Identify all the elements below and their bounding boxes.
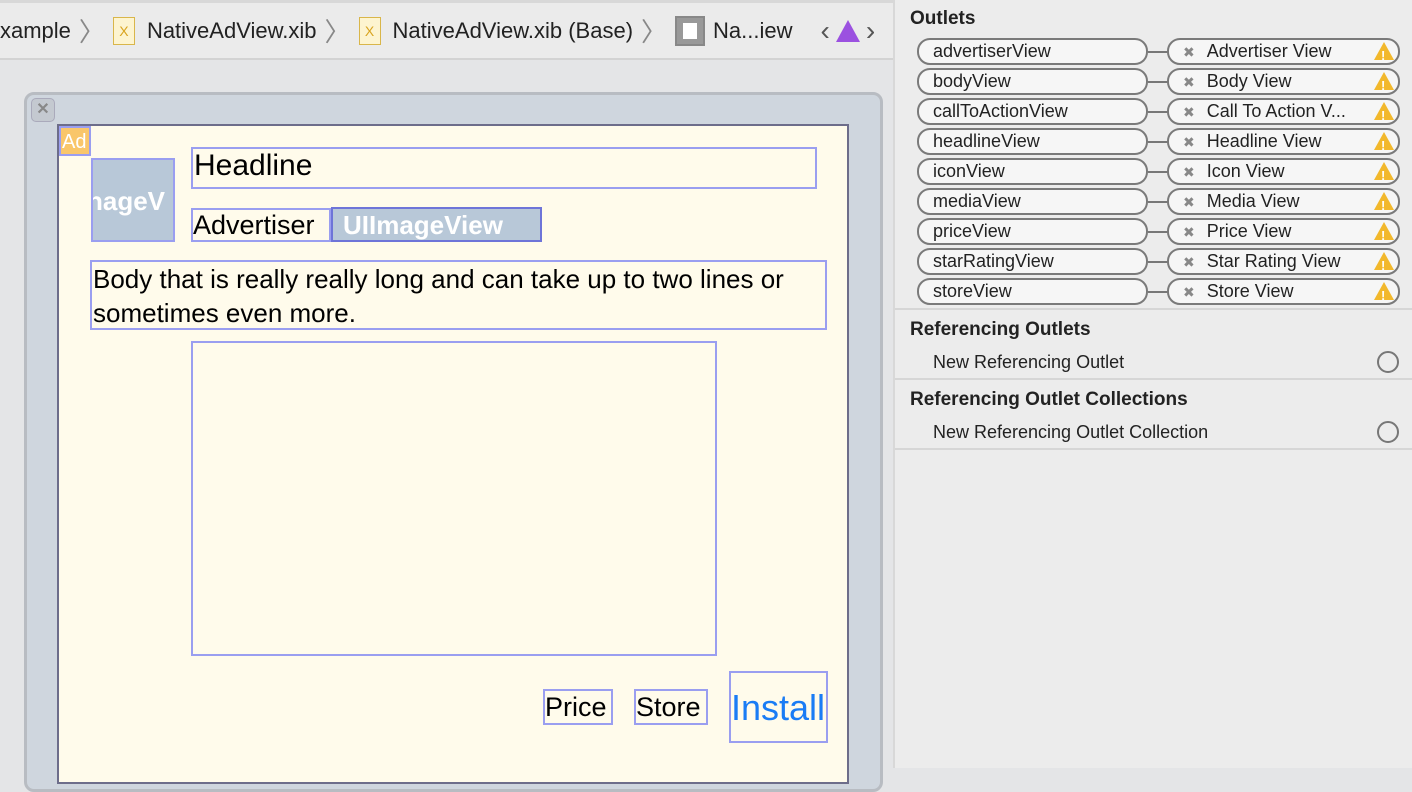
connection-line xyxy=(1148,231,1168,233)
body-label[interactable]: Body that is really really long and can … xyxy=(90,260,827,330)
outlet-target-label: Advertiser View xyxy=(1206,41,1332,61)
outlet-name[interactable]: mediaView xyxy=(917,188,1148,215)
outlet-target-label: Icon View xyxy=(1206,161,1285,181)
outlet-target[interactable]: ✖ Price View xyxy=(1167,218,1400,245)
new-referencing-outlet-collection: New Referencing Outlet Collection xyxy=(933,422,1209,442)
connections-inspector: Outlets advertiserView ✖ Advertiser View b… xyxy=(893,0,1412,768)
outlet-target-label: Store View xyxy=(1206,281,1294,301)
disconnect-x-icon[interactable]: ✖ xyxy=(1183,134,1195,150)
outlet-name[interactable]: starRatingView xyxy=(917,248,1148,275)
outlet-target-label: Call To Action V... xyxy=(1206,101,1346,121)
connection-line xyxy=(1148,51,1168,53)
divider xyxy=(895,448,1412,450)
outlet-target-label: Price View xyxy=(1206,221,1292,241)
warning-icon xyxy=(1374,252,1394,273)
chevron-right-icon: 〉 xyxy=(324,17,351,47)
warning-icon xyxy=(1374,192,1394,213)
outlet-target-label: Body View xyxy=(1206,71,1292,91)
disconnect-x-icon[interactable]: ✖ xyxy=(1183,224,1195,240)
disconnect-x-icon[interactable]: ✖ xyxy=(1183,74,1195,90)
breadcrumb-item[interactable]: NativeAdView.xib (Base) xyxy=(393,18,634,44)
disconnect-x-icon[interactable]: ✖ xyxy=(1183,104,1195,120)
outlet-name[interactable]: headlineView xyxy=(917,128,1148,155)
store-label[interactable]: Store xyxy=(634,689,708,725)
outlet-name[interactable]: priceView xyxy=(917,218,1148,245)
ad-badge[interactable]: Ad xyxy=(59,126,91,156)
canvas-pane: xample 〉 X NativeAdView.xib 〉 X NativeAd… xyxy=(0,0,893,792)
disconnect-x-icon[interactable]: ✖ xyxy=(1183,254,1195,270)
connection-line xyxy=(1148,141,1168,143)
media-view[interactable] xyxy=(191,341,717,656)
outlet-target[interactable]: ✖ Media View xyxy=(1167,188,1400,215)
warning-icon xyxy=(1374,42,1394,63)
disconnect-x-icon[interactable]: ✖ xyxy=(1183,194,1195,210)
star-rating-image-view[interactable]: UIImageView xyxy=(331,207,542,242)
connection-line xyxy=(1148,201,1168,203)
warning-icon xyxy=(1374,102,1394,123)
outlet-name[interactable]: advertiserView xyxy=(917,38,1148,65)
connect-circle-icon[interactable] xyxy=(1377,421,1399,443)
disconnect-x-icon[interactable]: ✖ xyxy=(1183,284,1195,300)
outlet-name[interactable]: bodyView xyxy=(917,68,1148,95)
warning-icon xyxy=(1374,132,1394,153)
breadcrumb-item[interactable]: NativeAdView.xib xyxy=(147,18,317,44)
native-ad-view[interactable]: Ad nageV Headline Advertiser UIImageView… xyxy=(57,124,849,784)
connection-line xyxy=(1148,111,1168,113)
close-icon[interactable]: ✕ xyxy=(31,98,55,122)
connection-line xyxy=(1148,81,1168,83)
xib-file-icon: X xyxy=(358,16,381,45)
warning-icon xyxy=(1374,72,1394,93)
connection-line xyxy=(1148,261,1168,263)
new-referencing-outlet: New Referencing Outlet xyxy=(933,352,1125,372)
warning-icon xyxy=(1374,162,1394,183)
divider xyxy=(895,378,1412,380)
outlet-name[interactable]: iconView xyxy=(917,158,1148,185)
outlet-target[interactable]: ✖ Star Rating View xyxy=(1167,248,1400,275)
outlet-target[interactable]: ✖ Store View xyxy=(1167,278,1400,305)
connect-circle-icon[interactable] xyxy=(1377,351,1399,373)
outlets-heading: Outlets xyxy=(910,8,976,29)
chevron-right-icon: 〉 xyxy=(641,17,668,47)
disconnect-x-icon[interactable]: ✖ xyxy=(1183,164,1195,180)
outlet-target[interactable]: ✖ Call To Action V... xyxy=(1167,98,1400,125)
breadcrumb-item[interactable]: xample xyxy=(0,18,71,44)
view-icon xyxy=(675,15,706,46)
outlet-target[interactable]: ✖ Body View xyxy=(1167,68,1400,95)
breadcrumb: xample 〉 X NativeAdView.xib 〉 X NativeAd… xyxy=(0,0,893,60)
icon-image-view[interactable]: nageV xyxy=(91,158,175,242)
outlet-target-label: Headline View xyxy=(1206,131,1322,151)
warning-icon xyxy=(1374,282,1394,303)
outlet-target[interactable]: ✖ Advertiser View xyxy=(1167,38,1400,65)
headline-label[interactable]: Headline xyxy=(191,147,817,189)
outlet-target[interactable]: ✖ Headline View xyxy=(1167,128,1400,155)
referencing-outlets-heading: Referencing Outlets xyxy=(910,319,1091,340)
disconnect-x-icon[interactable]: ✖ xyxy=(1183,44,1195,60)
outlet-target[interactable]: ✖ Icon View xyxy=(1167,158,1400,185)
chevron-right-icon: 〉 xyxy=(78,17,105,47)
outlet-name[interactable]: callToActionView xyxy=(917,98,1148,125)
install-button[interactable]: Install xyxy=(729,671,828,743)
issue-warning-icon[interactable] xyxy=(835,19,860,42)
connection-line xyxy=(1148,291,1168,293)
outlet-target-label: Media View xyxy=(1206,191,1300,211)
xib-file-icon: X xyxy=(112,16,135,45)
advertiser-label[interactable]: Advertiser xyxy=(191,208,331,242)
next-issue-button[interactable]: › xyxy=(866,15,875,47)
referencing-collections-heading: Referencing Outlet Collections xyxy=(910,389,1188,410)
previous-issue-button[interactable]: ‹ xyxy=(821,15,830,47)
outlet-name[interactable]: storeView xyxy=(917,278,1148,305)
price-label[interactable]: Price xyxy=(543,689,613,725)
breadcrumb-item[interactable]: Na...iew xyxy=(713,18,792,44)
connection-line xyxy=(1148,171,1168,173)
outlet-target-label: Star Rating View xyxy=(1206,251,1341,271)
divider xyxy=(895,308,1412,310)
warning-icon xyxy=(1374,222,1394,243)
